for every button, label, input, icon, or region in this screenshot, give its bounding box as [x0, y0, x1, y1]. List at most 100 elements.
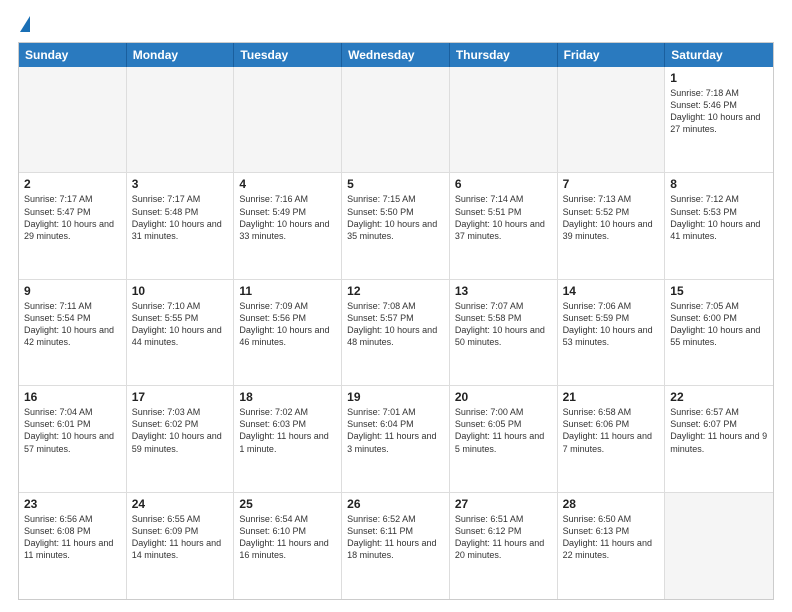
day-number: 27	[455, 497, 552, 511]
day-number: 2	[24, 177, 121, 191]
day-info: Sunrise: 7:17 AM Sunset: 5:48 PM Dayligh…	[132, 193, 229, 242]
day-number: 28	[563, 497, 660, 511]
day-number: 13	[455, 284, 552, 298]
day-cell-12: 12 Sunrise: 7:08 AM Sunset: 5:57 PM Dayli…	[342, 280, 450, 385]
day-info: Sunrise: 7:17 AM Sunset: 5:47 PM Dayligh…	[24, 193, 121, 242]
empty-cell	[665, 493, 773, 599]
day-info: Sunrise: 7:10 AM Sunset: 5:55 PM Dayligh…	[132, 300, 229, 349]
day-number: 6	[455, 177, 552, 191]
day-info: Sunrise: 7:15 AM Sunset: 5:50 PM Dayligh…	[347, 193, 444, 242]
day-number: 11	[239, 284, 336, 298]
header-day-wednesday: Wednesday	[342, 43, 450, 67]
day-cell-5: 5 Sunrise: 7:15 AM Sunset: 5:50 PM Daylig…	[342, 173, 450, 278]
day-cell-15: 15 Sunrise: 7:05 AM Sunset: 6:00 PM Dayli…	[665, 280, 773, 385]
day-cell-28: 28 Sunrise: 6:50 AM Sunset: 6:13 PM Dayli…	[558, 493, 666, 599]
day-number: 15	[670, 284, 768, 298]
header-day-tuesday: Tuesday	[234, 43, 342, 67]
day-cell-11: 11Sunrise: 7:09 AM Sunset: 5:56 PM Dayli…	[234, 280, 342, 385]
header-day-sunday: Sunday	[19, 43, 127, 67]
day-number: 17	[132, 390, 229, 404]
day-info: Sunrise: 6:58 AM Sunset: 6:06 PM Dayligh…	[563, 406, 660, 455]
day-number: 12	[347, 284, 444, 298]
calendar-row-5: 23 Sunrise: 6:56 AM Sunset: 6:08 PM Dayli…	[19, 493, 773, 599]
calendar-row-3: 9 Sunrise: 7:11 AM Sunset: 5:54 PM Daylig…	[19, 280, 773, 386]
logo-icon	[20, 16, 30, 32]
day-cell-13: 13 Sunrise: 7:07 AM Sunset: 5:58 PM Dayli…	[450, 280, 558, 385]
day-cell-27: 27 Sunrise: 6:51 AM Sunset: 6:12 PM Dayli…	[450, 493, 558, 599]
calendar: SundayMondayTuesdayWednesdayThursdayFrid…	[18, 42, 774, 600]
day-cell-8: 8 Sunrise: 7:12 AM Sunset: 5:53 PM Daylig…	[665, 173, 773, 278]
calendar-row-1: 1 Sunrise: 7:18 AM Sunset: 5:46 PM Daylig…	[19, 67, 773, 173]
empty-cell	[234, 67, 342, 172]
day-cell-16: 16 Sunrise: 7:04 AM Sunset: 6:01 PM Dayli…	[19, 386, 127, 491]
day-cell-21: 21 Sunrise: 6:58 AM Sunset: 6:06 PM Dayli…	[558, 386, 666, 491]
day-number: 4	[239, 177, 336, 191]
day-info: Sunrise: 6:56 AM Sunset: 6:08 PM Dayligh…	[24, 513, 121, 562]
calendar-header: SundayMondayTuesdayWednesdayThursdayFrid…	[19, 43, 773, 67]
day-info: Sunrise: 7:12 AM Sunset: 5:53 PM Dayligh…	[670, 193, 768, 242]
day-cell-25: 25 Sunrise: 6:54 AM Sunset: 6:10 PM Dayli…	[234, 493, 342, 599]
day-cell-3: 3 Sunrise: 7:17 AM Sunset: 5:48 PM Daylig…	[127, 173, 235, 278]
logo	[18, 18, 30, 34]
day-number: 18	[239, 390, 336, 404]
calendar-row-4: 16 Sunrise: 7:04 AM Sunset: 6:01 PM Dayli…	[19, 386, 773, 492]
day-info: Sunrise: 7:08 AM Sunset: 5:57 PM Dayligh…	[347, 300, 444, 349]
day-number: 10	[132, 284, 229, 298]
day-number: 3	[132, 177, 229, 191]
day-number: 8	[670, 177, 768, 191]
day-cell-18: 18Sunrise: 7:02 AM Sunset: 6:03 PM Dayli…	[234, 386, 342, 491]
day-cell-23: 23 Sunrise: 6:56 AM Sunset: 6:08 PM Dayli…	[19, 493, 127, 599]
day-cell-7: 7Sunrise: 7:13 AM Sunset: 5:52 PM Daylig…	[558, 173, 666, 278]
day-cell-26: 26 Sunrise: 6:52 AM Sunset: 6:11 PM Dayli…	[342, 493, 450, 599]
day-number: 26	[347, 497, 444, 511]
day-info: Sunrise: 7:16 AM Sunset: 5:49 PM Dayligh…	[239, 193, 336, 242]
empty-cell	[558, 67, 666, 172]
empty-cell	[450, 67, 558, 172]
day-info: Sunrise: 7:03 AM Sunset: 6:02 PM Dayligh…	[132, 406, 229, 455]
day-number: 19	[347, 390, 444, 404]
page: SundayMondayTuesdayWednesdayThursdayFrid…	[0, 0, 792, 612]
day-number: 5	[347, 177, 444, 191]
day-info: Sunrise: 7:11 AM Sunset: 5:54 PM Dayligh…	[24, 300, 121, 349]
day-cell-24: 24 Sunrise: 6:55 AM Sunset: 6:09 PM Dayli…	[127, 493, 235, 599]
day-info: Sunrise: 6:55 AM Sunset: 6:09 PM Dayligh…	[132, 513, 229, 562]
day-number: 20	[455, 390, 552, 404]
header-day-friday: Friday	[558, 43, 666, 67]
day-number: 1	[670, 71, 768, 85]
day-info: Sunrise: 6:57 AM Sunset: 6:07 PM Dayligh…	[670, 406, 768, 455]
day-info: Sunrise: 7:14 AM Sunset: 5:51 PM Dayligh…	[455, 193, 552, 242]
day-cell-1: 1 Sunrise: 7:18 AM Sunset: 5:46 PM Daylig…	[665, 67, 773, 172]
day-cell-9: 9 Sunrise: 7:11 AM Sunset: 5:54 PM Daylig…	[19, 280, 127, 385]
day-info: Sunrise: 7:06 AM Sunset: 5:59 PM Dayligh…	[563, 300, 660, 349]
empty-cell	[127, 67, 235, 172]
day-info: Sunrise: 7:18 AM Sunset: 5:46 PM Dayligh…	[670, 87, 768, 136]
empty-cell	[342, 67, 450, 172]
day-cell-6: 6 Sunrise: 7:14 AM Sunset: 5:51 PM Daylig…	[450, 173, 558, 278]
day-cell-20: 20 Sunrise: 7:00 AM Sunset: 6:05 PM Dayli…	[450, 386, 558, 491]
day-info: Sunrise: 6:50 AM Sunset: 6:13 PM Dayligh…	[563, 513, 660, 562]
day-cell-19: 19Sunrise: 7:01 AM Sunset: 6:04 PM Dayli…	[342, 386, 450, 491]
day-cell-4: 4 Sunrise: 7:16 AM Sunset: 5:49 PM Daylig…	[234, 173, 342, 278]
day-info: Sunrise: 6:52 AM Sunset: 6:11 PM Dayligh…	[347, 513, 444, 562]
day-info: Sunrise: 6:54 AM Sunset: 6:10 PM Dayligh…	[239, 513, 336, 562]
day-number: 22	[670, 390, 768, 404]
calendar-row-2: 2 Sunrise: 7:17 AM Sunset: 5:47 PM Daylig…	[19, 173, 773, 279]
day-cell-14: 14Sunrise: 7:06 AM Sunset: 5:59 PM Dayli…	[558, 280, 666, 385]
day-number: 16	[24, 390, 121, 404]
header	[18, 18, 774, 34]
day-number: 23	[24, 497, 121, 511]
header-day-monday: Monday	[127, 43, 235, 67]
day-info: Sunrise: 7:05 AM Sunset: 6:00 PM Dayligh…	[670, 300, 768, 349]
day-cell-2: 2 Sunrise: 7:17 AM Sunset: 5:47 PM Daylig…	[19, 173, 127, 278]
day-number: 25	[239, 497, 336, 511]
day-number: 9	[24, 284, 121, 298]
day-number: 21	[563, 390, 660, 404]
header-day-thursday: Thursday	[450, 43, 558, 67]
day-info: Sunrise: 7:07 AM Sunset: 5:58 PM Dayligh…	[455, 300, 552, 349]
day-info: Sunrise: 7:04 AM Sunset: 6:01 PM Dayligh…	[24, 406, 121, 455]
calendar-body: 1 Sunrise: 7:18 AM Sunset: 5:46 PM Daylig…	[19, 67, 773, 599]
day-number: 24	[132, 497, 229, 511]
day-info: Sunrise: 6:51 AM Sunset: 6:12 PM Dayligh…	[455, 513, 552, 562]
empty-cell	[19, 67, 127, 172]
day-info: Sunrise: 7:00 AM Sunset: 6:05 PM Dayligh…	[455, 406, 552, 455]
